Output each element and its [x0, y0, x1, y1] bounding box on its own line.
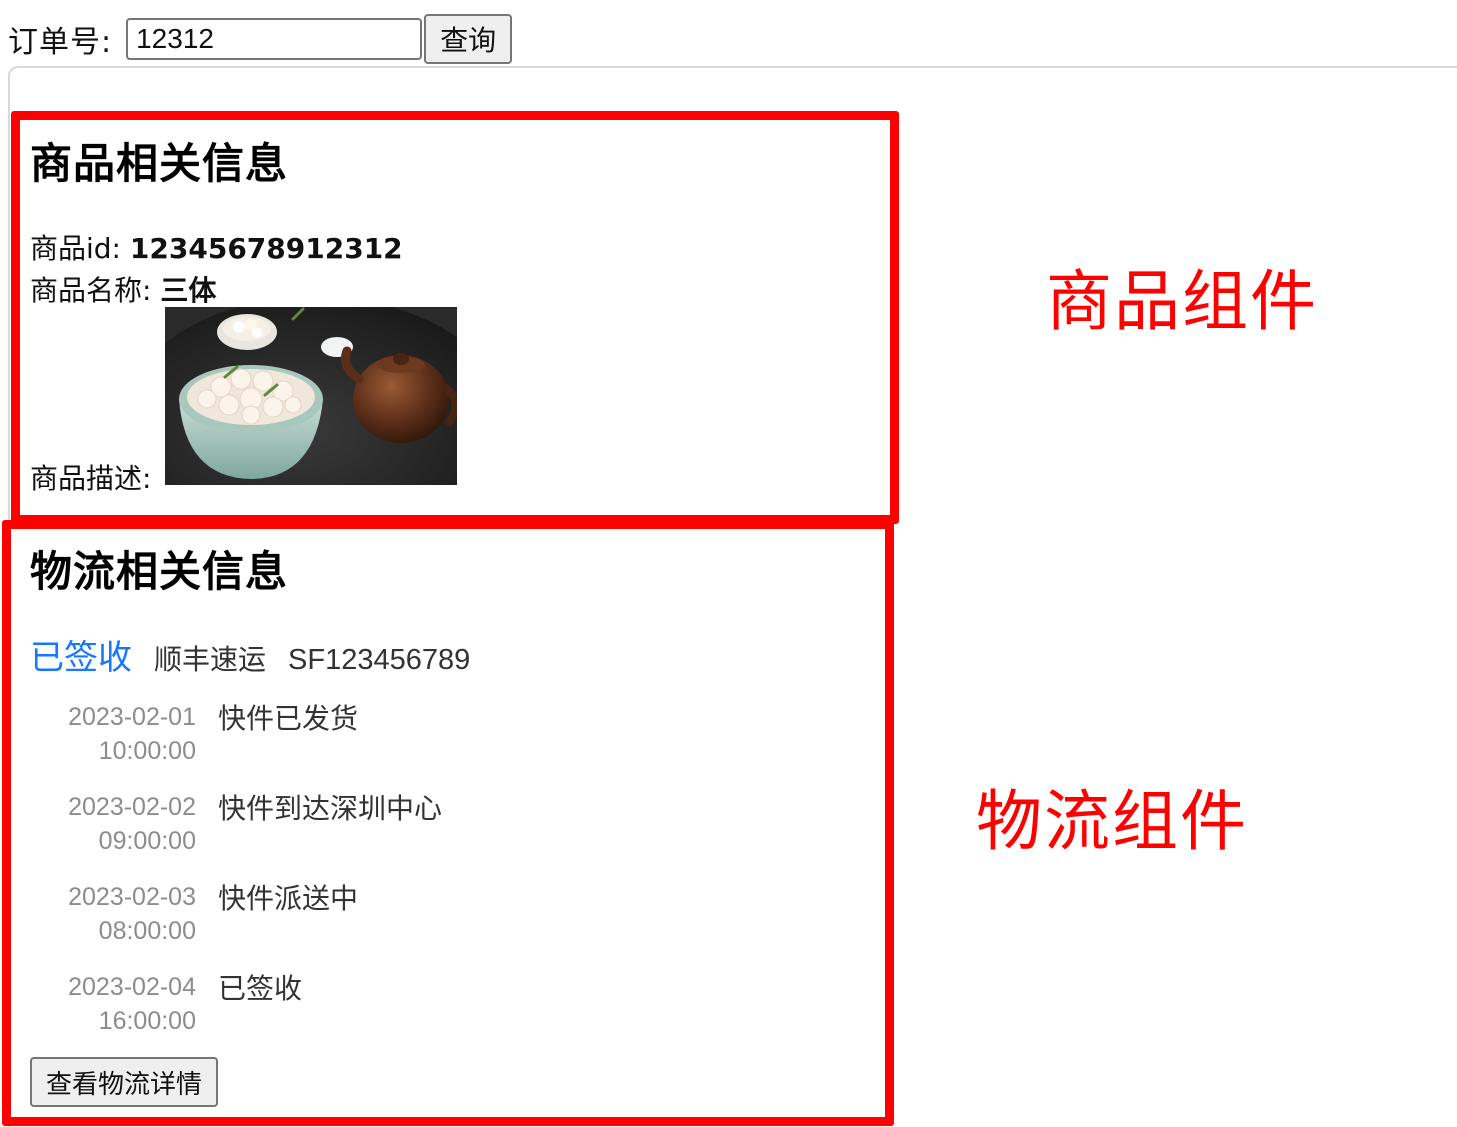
product-id-row: 商品id: 12345678912312: [30, 227, 403, 267]
timeline-item: 2023-02-03 08:00:00 快件派送中: [30, 880, 630, 960]
timeline-time: 10:00:00: [98, 737, 196, 765]
product-desc-row: 商品描述:: [30, 457, 151, 497]
timeline-timestamp: 2023-02-01 10:00:00: [68, 700, 196, 768]
order-number-input[interactable]: [126, 18, 423, 60]
timeline-date: 2023-02-04: [68, 973, 196, 1001]
product-section-title: 商品相关信息: [30, 139, 289, 188]
timeline-timestamp: 2023-02-02 09:00:00: [68, 790, 196, 858]
product-component-annotation: 商品组件: [1046, 263, 1318, 340]
product-id-value: 12345678912312: [129, 232, 403, 265]
timeline-item: 2023-02-01 10:00:00 快件已发货: [30, 700, 630, 780]
tracking-number: SF123456789: [288, 644, 471, 676]
query-button[interactable]: 查询: [424, 14, 513, 64]
product-name-row: 商品名称: 三体: [30, 269, 216, 309]
timeline-time: 08:00:00: [98, 917, 196, 945]
product-desc-label: 商品描述:: [30, 462, 152, 495]
timeline-description: 快件派送中: [218, 882, 359, 915]
carrier-name: 顺丰速运: [154, 643, 267, 676]
order-search-bar: 订单号: 查询: [8, 14, 513, 64]
timeline-description: 快件已发货: [218, 702, 359, 735]
logistics-section-title: 物流相关信息: [30, 547, 289, 596]
view-logistics-details-button[interactable]: 查看物流详情: [30, 1057, 219, 1107]
timeline-timestamp: 2023-02-04 16:00:00: [68, 970, 196, 1038]
timeline-item: 2023-02-02 09:00:00 快件到达深圳中心: [30, 790, 630, 870]
timeline-item: 2023-02-04 16:00:00 已签收: [30, 970, 630, 1050]
timeline-timestamp: 2023-02-03 08:00:00: [68, 880, 196, 948]
timeline-date: 2023-02-03: [68, 883, 196, 911]
delivery-status: 已签收: [30, 638, 132, 678]
timeline-time: 09:00:00: [98, 827, 196, 855]
timeline-time: 16:00:00: [98, 1007, 196, 1035]
product-name-value: 三体: [160, 274, 217, 307]
order-number-label: 订单号:: [8, 25, 113, 60]
timeline-description: 已签收: [218, 972, 303, 1005]
timeline-date: 2023-02-01: [68, 703, 196, 731]
logistics-summary: 已签收 顺丰速运 SF123456789: [30, 630, 470, 679]
product-image: [165, 307, 457, 485]
timeline-description: 快件到达深圳中心: [218, 792, 443, 825]
page: 订单号: 查询 商品相关信息 商品id: 12345678912312 商品名称…: [0, 0, 1457, 1127]
timeline-date: 2023-02-02: [68, 793, 196, 821]
product-id-label: 商品id:: [30, 232, 121, 265]
logistics-component-annotation: 物流组件: [976, 783, 1248, 860]
product-name-label: 商品名称:: [30, 274, 152, 307]
